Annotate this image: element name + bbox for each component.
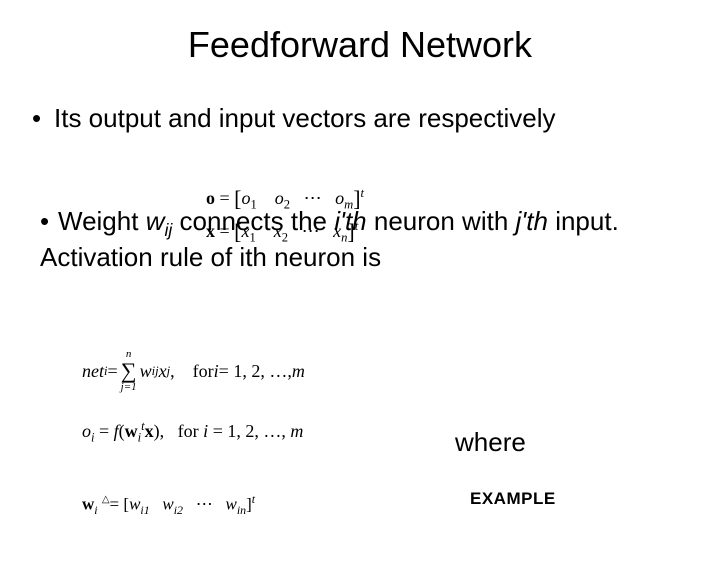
equation-output-activation: oi = f(witx), for i = 1, 2, …, m xyxy=(82,419,303,446)
eq-equals-3: = xyxy=(108,361,118,382)
eq-w1-sub: i1 xyxy=(140,503,149,517)
eq-x-bold: x xyxy=(206,221,215,241)
sigma-symbol: ∑ xyxy=(121,360,137,382)
eq-dots-3: ⋯ xyxy=(196,495,213,514)
eq-om: o xyxy=(335,188,344,208)
eq-for: for xyxy=(193,361,214,382)
bullet-dot-2: • xyxy=(40,205,58,238)
bullet-1-text: Its output and input vectors are respect… xyxy=(54,103,556,133)
eq-o2-sub: 2 xyxy=(284,198,290,212)
eq-x2: x xyxy=(274,221,282,241)
eq-x2-sub: 2 xyxy=(282,231,288,245)
eq-xn: x xyxy=(333,221,341,241)
equation-output-input-vectors: o = [o1 o2 ⋯ om]t x = [x1 x2 ⋯ xn]t xyxy=(206,182,364,248)
eq-w-sub: ij xyxy=(152,364,159,379)
eq-net: net xyxy=(82,361,104,382)
eq-dots: ⋯ xyxy=(304,188,322,208)
eq-w-bold-2: w xyxy=(82,495,94,514)
eq-t-sup-2: t xyxy=(355,219,359,233)
eq-x-bold-2: x xyxy=(145,421,154,441)
eq-o2: o xyxy=(275,188,284,208)
bullet-dot: • xyxy=(32,102,54,135)
eq-range-2: = 1, 2, …, xyxy=(208,421,290,441)
eq-comma: , xyxy=(170,361,175,382)
bullet-2-prefix: Weight xyxy=(58,206,146,236)
example-label: EXAMPLE xyxy=(470,489,556,509)
eq-x: x xyxy=(159,361,167,382)
eq-x1-sub: 1 xyxy=(249,231,255,245)
eq-o: o xyxy=(82,421,91,441)
where-label: where xyxy=(455,427,526,458)
eq-o-bold: o xyxy=(206,188,215,208)
eq-w2: w xyxy=(162,495,173,514)
bullet-2-w: w xyxy=(146,206,165,236)
bullet-2: •Weight wij connects the i'th neuron wit… xyxy=(40,205,690,275)
eq-equals-4: = xyxy=(95,421,114,441)
eq-dots-2: ⋯ xyxy=(302,221,320,241)
equation-net-sum: neti = n ∑ j=1 wijxj, for i = 1, 2, …, m xyxy=(82,349,462,393)
eq-m: m xyxy=(292,361,305,382)
eq-t-sup: t xyxy=(361,186,365,200)
sigma-bot: j=1 xyxy=(121,382,137,393)
eq-equals: = xyxy=(215,188,234,208)
eq-om-sub: m xyxy=(344,198,353,212)
eq-w2-sub: i2 xyxy=(174,503,183,517)
eq-m-2: m xyxy=(290,421,303,441)
eq-rbracket-2: ] xyxy=(347,219,354,244)
eq-w-sub-3: i xyxy=(94,503,97,517)
eq-range: = 1, 2, …, xyxy=(219,361,292,382)
triangle-icon: △ xyxy=(102,494,110,505)
eq-wn: w xyxy=(226,495,237,514)
sigma-icon: n ∑ j=1 xyxy=(121,349,137,393)
eq-equals-5: = xyxy=(110,495,124,514)
slide-title: Feedforward Network xyxy=(0,24,720,66)
eq-equals-2: = xyxy=(215,221,234,241)
eq-wn-sub: in xyxy=(237,503,246,517)
eq-for-2: for xyxy=(178,421,204,441)
bullet-2-mid2: neuron with xyxy=(367,206,516,236)
eq-w-bold: w xyxy=(125,421,138,441)
eq-w1: w xyxy=(129,495,140,514)
eq-rbracket: ] xyxy=(353,186,360,211)
bullet-1: •Its output and input vectors are respec… xyxy=(32,102,680,135)
bullet-2-jth: j'th xyxy=(516,206,548,236)
eq-rp: ), xyxy=(154,421,165,441)
equation-weight-vector: wi △= [wi1 wi2 ⋯ win]t xyxy=(82,492,255,518)
eq-t-sup-3: t xyxy=(252,492,255,506)
eq-w: w xyxy=(140,361,152,382)
eq-o1-sub: 1 xyxy=(250,198,256,212)
